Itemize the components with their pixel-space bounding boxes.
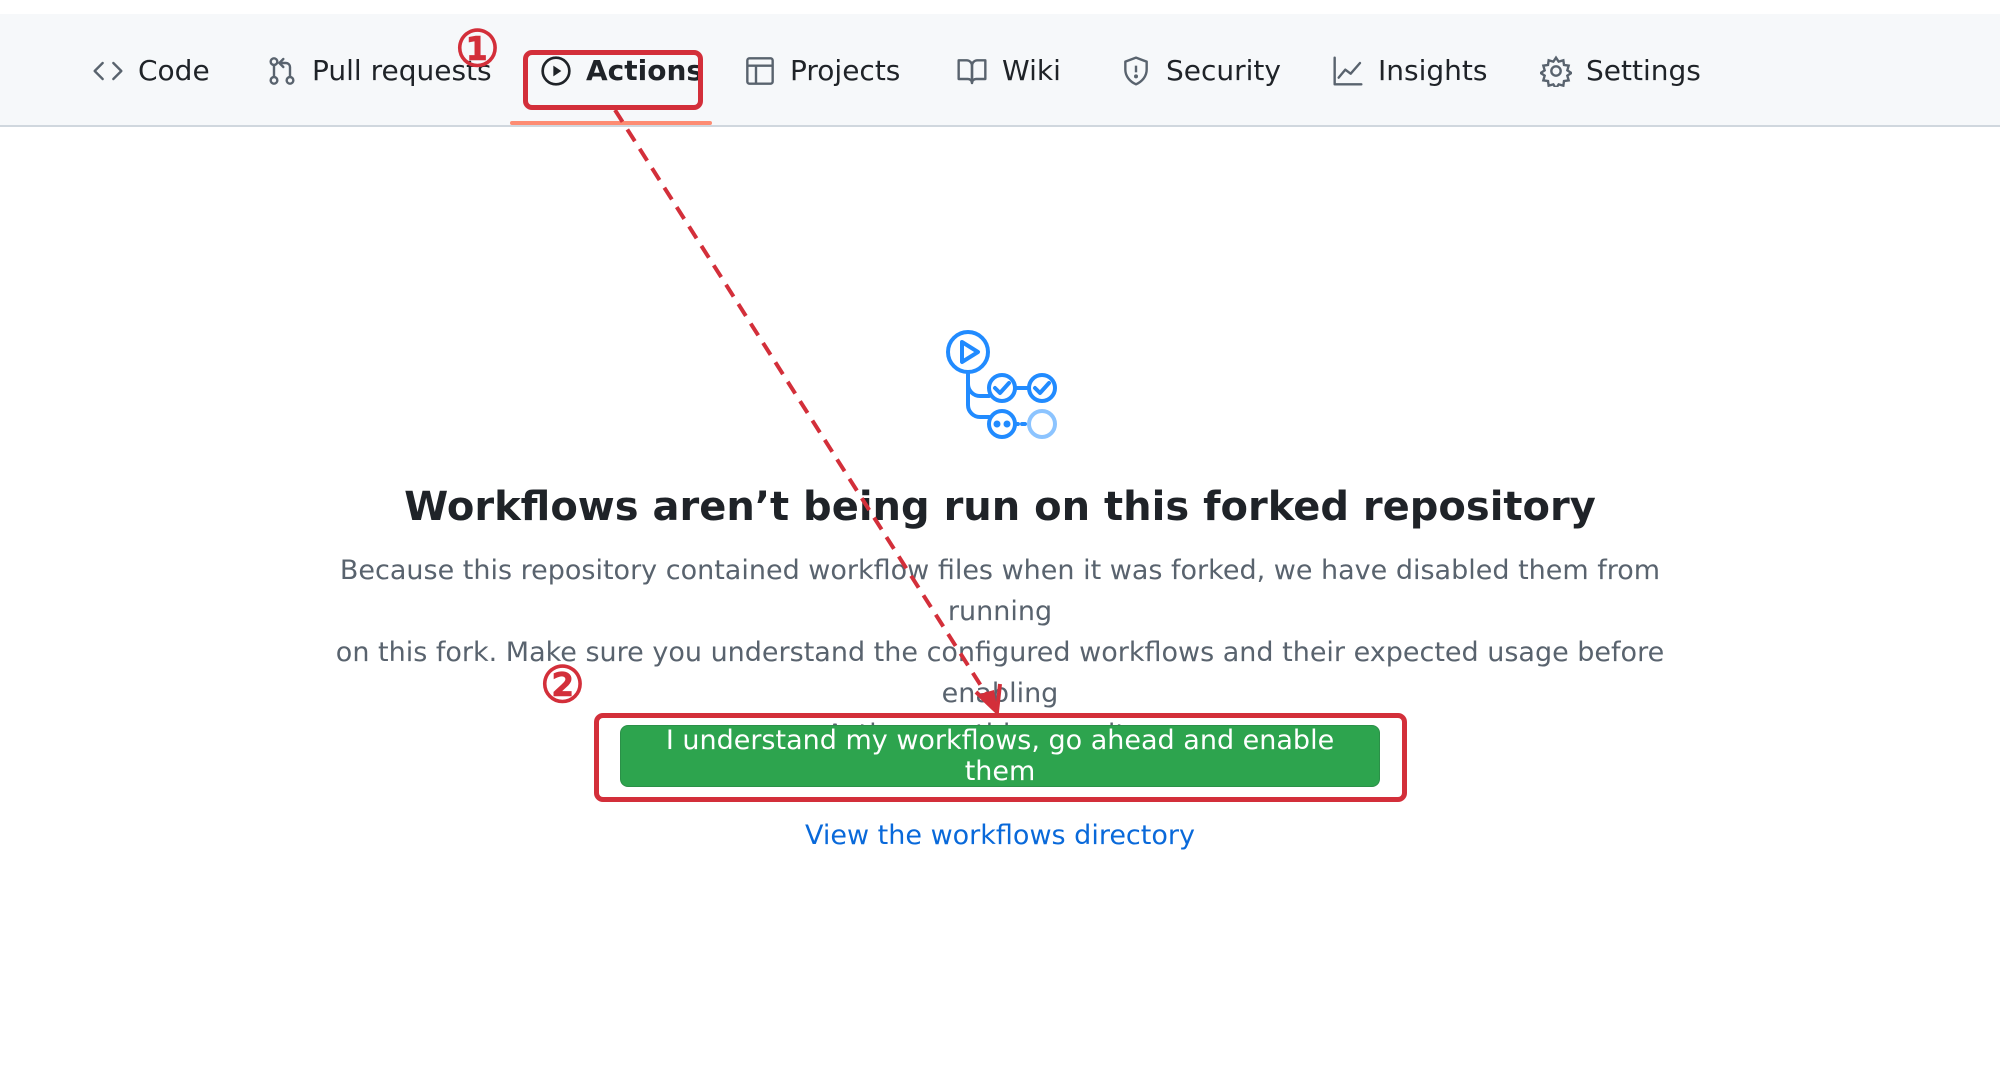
repo-nav-bar: Code Pull requests Actions Projects Wiki…	[0, 14, 2000, 127]
view-workflows-directory-link[interactable]: View the workflows directory	[0, 820, 2000, 851]
annotation-arrow	[613, 108, 1002, 717]
step-1-marker: ①	[455, 19, 500, 78]
tab-label: Security	[1166, 54, 1281, 87]
tab-security[interactable]: Security	[1120, 14, 1281, 127]
tab-projects[interactable]: Projects	[744, 14, 900, 127]
tab-insights[interactable]: Insights	[1332, 14, 1487, 127]
tab-label: Insights	[1378, 54, 1488, 87]
table-icon	[746, 56, 774, 85]
tab-label: Wiki	[1002, 54, 1061, 87]
active-tab-underline	[510, 121, 712, 125]
tab-settings[interactable]: Settings	[1540, 14, 1701, 127]
page-heading: Workflows aren’t being run on this forke…	[404, 484, 1596, 530]
tab-wiki[interactable]: Wiki	[956, 14, 1061, 127]
description-line: Because this repository contained workfl…	[339, 555, 1661, 627]
book-icon	[957, 58, 987, 84]
enable-workflows-button[interactable]: I understand my workflows, go ahead and …	[620, 725, 1380, 787]
tab-label: Projects	[790, 54, 901, 87]
tab-label: Actions	[586, 54, 704, 87]
shield-icon	[1124, 55, 1148, 86]
workflow-icon	[946, 330, 1057, 439]
tab-label: Code	[138, 54, 210, 87]
code-icon	[93, 61, 123, 80]
play-circle-icon	[541, 55, 571, 86]
graph-icon	[1333, 55, 1363, 86]
tab-code[interactable]: Code	[92, 14, 210, 127]
tab-actions[interactable]: Actions	[540, 14, 703, 127]
description-line: on this fork. Make sure you understand t…	[335, 637, 1665, 709]
git-pull-request-icon	[269, 56, 295, 85]
gear-icon	[1540, 55, 1572, 87]
tab-label: Settings	[1586, 54, 1701, 87]
